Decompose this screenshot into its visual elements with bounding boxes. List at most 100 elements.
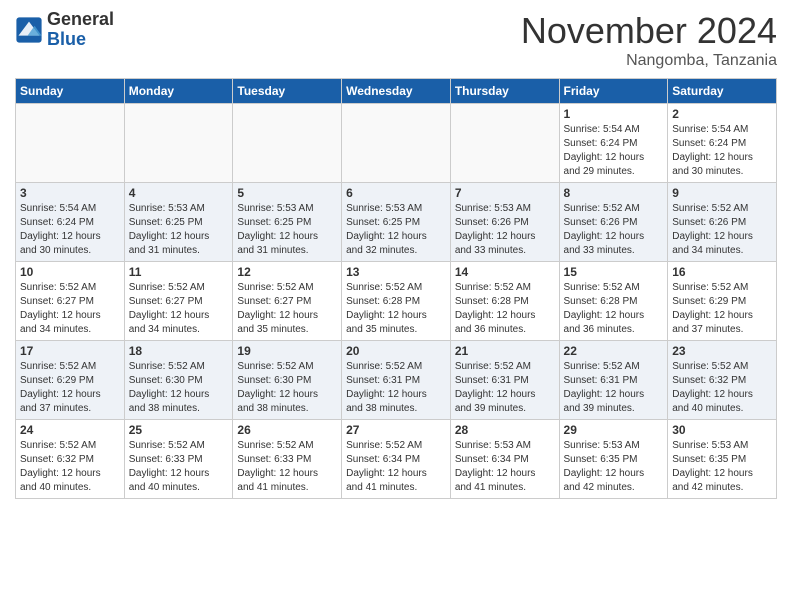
day-number: 12 xyxy=(237,265,337,279)
day-info: Sunrise: 5:53 AM Sunset: 6:26 PM Dayligh… xyxy=(455,202,555,258)
calendar-week-row: 24Sunrise: 5:52 AM Sunset: 6:32 PM Dayli… xyxy=(16,420,777,499)
day-number: 25 xyxy=(129,423,229,437)
logo-blue: Blue xyxy=(47,30,114,50)
day-number: 17 xyxy=(20,344,120,358)
day-info: Sunrise: 5:52 AM Sunset: 6:33 PM Dayligh… xyxy=(237,439,337,495)
table-row: 22Sunrise: 5:52 AM Sunset: 6:31 PM Dayli… xyxy=(559,341,668,420)
table-row: 11 Sunrise: 5:52 AM Sunset: 6:27 PM Dayli… xyxy=(124,262,233,341)
logo: General Blue xyxy=(15,10,114,50)
table-row: 1 Sunrise: 5:54 AM Sunset: 6:24 PM Daylig… xyxy=(559,104,668,183)
col-tuesday: Tuesday xyxy=(233,79,342,104)
day-info: Sunrise: 5:52 AM Sunset: 6:30 PM Dayligh… xyxy=(129,360,229,416)
day-number: 28 xyxy=(455,423,555,437)
col-saturday: Saturday xyxy=(668,79,777,104)
table-row: 4 Sunrise: 5:53 AM Sunset: 6:25 PM Daylig… xyxy=(124,183,233,262)
page-container: General Blue November 2024 Nangomba, Tan… xyxy=(0,0,792,509)
table-row: 14 Sunrise: 5:52 AM Sunset: 6:28 PM Dayli… xyxy=(450,262,559,341)
table-row xyxy=(233,104,342,183)
day-info: Sunrise: 5:54 AM Sunset: 6:24 PM Dayligh… xyxy=(672,123,772,179)
header: General Blue November 2024 Nangomba, Tan… xyxy=(15,10,777,70)
day-number: 30 xyxy=(672,423,772,437)
table-row: 9 Sunrise: 5:52 AM Sunset: 6:26 PM Daylig… xyxy=(668,183,777,262)
day-info: Sunrise: 5:52 AM Sunset: 6:29 PM Dayligh… xyxy=(672,281,772,337)
logo-icon xyxy=(15,16,43,44)
day-info: Sunrise: 5:52 AM Sunset: 6:32 PM Dayligh… xyxy=(672,360,772,416)
table-row: 24Sunrise: 5:52 AM Sunset: 6:32 PM Dayli… xyxy=(16,420,125,499)
location: Nangomba, Tanzania xyxy=(521,52,777,70)
day-number: 9 xyxy=(672,186,772,200)
col-monday: Monday xyxy=(124,79,233,104)
day-info: Sunrise: 5:52 AM Sunset: 6:28 PM Dayligh… xyxy=(455,281,555,337)
day-number: 21 xyxy=(455,344,555,358)
table-row: 19 Sunrise: 5:52 AM Sunset: 6:30 PM Dayli… xyxy=(233,341,342,420)
table-row: 27 Sunrise: 5:52 AM Sunset: 6:34 PM Dayli… xyxy=(342,420,451,499)
day-info: Sunrise: 5:53 AM Sunset: 6:34 PM Dayligh… xyxy=(455,439,555,495)
day-info: Sunrise: 5:52 AM Sunset: 6:31 PM Dayligh… xyxy=(346,360,446,416)
table-row xyxy=(124,104,233,183)
day-info: Sunrise: 5:52 AM Sunset: 6:29 PM Dayligh… xyxy=(20,360,120,416)
col-thursday: Thursday xyxy=(450,79,559,104)
day-info: Sunrise: 5:52 AM Sunset: 6:26 PM Dayligh… xyxy=(672,202,772,258)
table-row: 25 Sunrise: 5:52 AM Sunset: 6:33 PM Dayli… xyxy=(124,420,233,499)
day-number: 14 xyxy=(455,265,555,279)
day-number: 11 xyxy=(129,265,229,279)
day-number: 6 xyxy=(346,186,446,200)
calendar-week-row: 10 Sunrise: 5:52 AM Sunset: 6:27 PM Dayli… xyxy=(16,262,777,341)
day-number: 7 xyxy=(455,186,555,200)
table-row: 7 Sunrise: 5:53 AM Sunset: 6:26 PM Daylig… xyxy=(450,183,559,262)
col-sunday: Sunday xyxy=(16,79,125,104)
table-row: 23 Sunrise: 5:52 AM Sunset: 6:32 PM Dayli… xyxy=(668,341,777,420)
day-number: 1 xyxy=(564,107,664,121)
table-row: 8Sunrise: 5:52 AM Sunset: 6:26 PM Daylig… xyxy=(559,183,668,262)
day-number: 18 xyxy=(129,344,229,358)
day-number: 16 xyxy=(672,265,772,279)
day-number: 29 xyxy=(564,423,664,437)
day-number: 10 xyxy=(20,265,120,279)
table-row xyxy=(16,104,125,183)
table-row: 13Sunrise: 5:52 AM Sunset: 6:28 PM Dayli… xyxy=(342,262,451,341)
table-row: 28 Sunrise: 5:53 AM Sunset: 6:34 PM Dayli… xyxy=(450,420,559,499)
day-number: 19 xyxy=(237,344,337,358)
day-number: 23 xyxy=(672,344,772,358)
day-number: 8 xyxy=(564,186,664,200)
table-row: 3Sunrise: 5:54 AM Sunset: 6:24 PM Daylig… xyxy=(16,183,125,262)
day-info: Sunrise: 5:52 AM Sunset: 6:31 PM Dayligh… xyxy=(455,360,555,416)
table-row: 20 Sunrise: 5:52 AM Sunset: 6:31 PM Dayli… xyxy=(342,341,451,420)
day-info: Sunrise: 5:52 AM Sunset: 6:34 PM Dayligh… xyxy=(346,439,446,495)
month-title: November 2024 xyxy=(521,10,777,52)
day-info: Sunrise: 5:53 AM Sunset: 6:25 PM Dayligh… xyxy=(237,202,337,258)
day-info: Sunrise: 5:53 AM Sunset: 6:25 PM Dayligh… xyxy=(129,202,229,258)
table-row: 29 Sunrise: 5:53 AM Sunset: 6:35 PM Dayli… xyxy=(559,420,668,499)
table-row: 16 Sunrise: 5:52 AM Sunset: 6:29 PM Dayli… xyxy=(668,262,777,341)
title-section: November 2024 Nangomba, Tanzania xyxy=(521,10,777,70)
day-info: Sunrise: 5:52 AM Sunset: 6:27 PM Dayligh… xyxy=(20,281,120,337)
table-row: 30Sunrise: 5:53 AM Sunset: 6:35 PM Dayli… xyxy=(668,420,777,499)
table-row: 12Sunrise: 5:52 AM Sunset: 6:27 PM Dayli… xyxy=(233,262,342,341)
calendar-week-row: 1 Sunrise: 5:54 AM Sunset: 6:24 PM Daylig… xyxy=(16,104,777,183)
day-info: Sunrise: 5:52 AM Sunset: 6:27 PM Dayligh… xyxy=(129,281,229,337)
day-info: Sunrise: 5:53 AM Sunset: 6:25 PM Dayligh… xyxy=(346,202,446,258)
logo-text: General Blue xyxy=(47,10,114,50)
day-info: Sunrise: 5:53 AM Sunset: 6:35 PM Dayligh… xyxy=(564,439,664,495)
table-row: 26Sunrise: 5:52 AM Sunset: 6:33 PM Dayli… xyxy=(233,420,342,499)
day-info: Sunrise: 5:52 AM Sunset: 6:30 PM Dayligh… xyxy=(237,360,337,416)
table-row xyxy=(342,104,451,183)
calendar: Sunday Monday Tuesday Wednesday Thursday… xyxy=(15,78,777,499)
table-row: 10 Sunrise: 5:52 AM Sunset: 6:27 PM Dayli… xyxy=(16,262,125,341)
table-row: 17 Sunrise: 5:52 AM Sunset: 6:29 PM Dayli… xyxy=(16,341,125,420)
calendar-week-row: 3Sunrise: 5:54 AM Sunset: 6:24 PM Daylig… xyxy=(16,183,777,262)
day-info: Sunrise: 5:54 AM Sunset: 6:24 PM Dayligh… xyxy=(20,202,120,258)
day-number: 5 xyxy=(237,186,337,200)
day-info: Sunrise: 5:52 AM Sunset: 6:28 PM Dayligh… xyxy=(346,281,446,337)
day-number: 24 xyxy=(20,423,120,437)
col-friday: Friday xyxy=(559,79,668,104)
day-number: 4 xyxy=(129,186,229,200)
col-wednesday: Wednesday xyxy=(342,79,451,104)
day-number: 20 xyxy=(346,344,446,358)
day-info: Sunrise: 5:52 AM Sunset: 6:33 PM Dayligh… xyxy=(129,439,229,495)
day-number: 27 xyxy=(346,423,446,437)
table-row xyxy=(450,104,559,183)
day-info: Sunrise: 5:52 AM Sunset: 6:28 PM Dayligh… xyxy=(564,281,664,337)
day-info: Sunrise: 5:54 AM Sunset: 6:24 PM Dayligh… xyxy=(564,123,664,179)
logo-general: General xyxy=(47,10,114,30)
